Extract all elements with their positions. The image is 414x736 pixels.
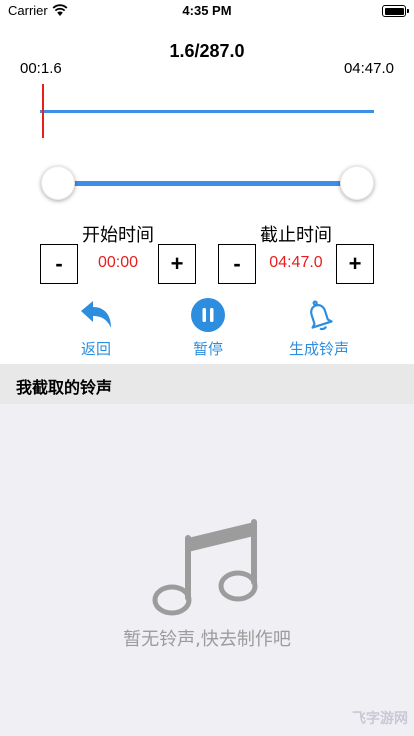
- trim-range-track: [58, 181, 356, 186]
- end-time-value: 04:47.0: [269, 254, 323, 271]
- my-ringtones-header: 我截取的铃声: [0, 364, 414, 404]
- start-time-increase-button[interactable]: +: [158, 244, 196, 284]
- playback-progress: 1.6/287.0: [169, 41, 245, 61]
- bell-icon: [310, 300, 333, 331]
- make-ringtone-button[interactable]: 生成铃声: [274, 298, 364, 360]
- trim-end-handle[interactable]: [340, 166, 374, 200]
- status-bar: Carrier 4:35 PM: [0, 0, 414, 22]
- current-time: 00:1.6: [20, 60, 62, 77]
- playhead[interactable]: [42, 84, 44, 138]
- empty-message: 暂无铃声,快去制作吧: [123, 629, 291, 650]
- start-time-value: 00:00: [97, 254, 139, 271]
- make-ringtone-label: 生成铃声: [288, 340, 349, 358]
- back-button[interactable]: 返回: [51, 298, 141, 360]
- pause-button[interactable]: 暂停: [163, 298, 253, 360]
- reply-arrow-icon: [81, 301, 111, 328]
- music-note-icon: [152, 519, 258, 616]
- clock: 4:35 PM: [182, 3, 232, 18]
- back-label: 返回: [80, 340, 111, 358]
- total-time: 04:47.0: [343, 60, 394, 77]
- start-time-decrease-button[interactable]: -: [40, 244, 78, 284]
- pause-icon: [191, 298, 225, 332]
- end-time-decrease-button[interactable]: -: [218, 244, 256, 284]
- watermark: 飞字游网: [352, 711, 408, 727]
- battery-icon: [382, 5, 409, 17]
- section-title: 我截取的铃声: [16, 378, 113, 397]
- end-time-increase-button[interactable]: +: [336, 244, 374, 284]
- pause-label: 暂停: [192, 340, 223, 358]
- trim-start-handle[interactable]: [41, 166, 75, 200]
- audio-timeline[interactable]: [40, 110, 374, 113]
